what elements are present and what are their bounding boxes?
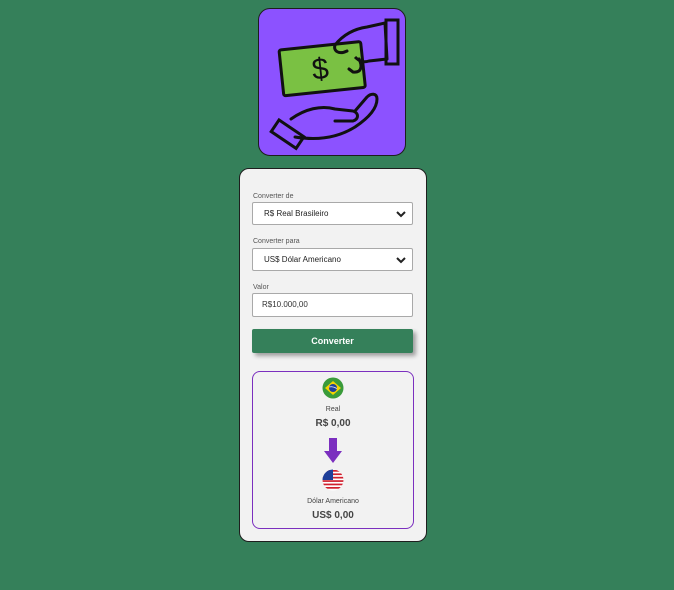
converter-card: Converter de R$ Real Brasileiro Converte… [239, 168, 427, 542]
from-currency-value: R$ Real Brasileiro [264, 209, 329, 218]
value-input[interactable]: R$10.000,00 [252, 293, 413, 317]
value-label: Valor [253, 284, 269, 291]
convert-button[interactable]: Converter [252, 329, 413, 353]
result-box: Real R$ 0,00 Dólar Americano US$ 0,00 [252, 371, 414, 529]
chevron-down-icon [396, 257, 406, 264]
brazil-flag-icon [322, 377, 344, 399]
from-currency-label: Converter de [253, 193, 294, 200]
money-exchange-icon: $ [269, 18, 400, 151]
to-currency-amount: US$ 0,00 [312, 510, 354, 521]
to-currency-label: Converter para [253, 238, 300, 245]
to-currency-value: US$ Dólar Americano [264, 255, 341, 264]
arrow-down-icon [324, 438, 342, 463]
usa-flag-icon [322, 469, 344, 491]
to-currency-select[interactable]: US$ Dólar Americano [252, 248, 413, 271]
money-exchange-logo: $ [258, 8, 406, 156]
to-currency-name: Dólar Americano [307, 498, 359, 505]
chevron-down-icon [396, 211, 406, 218]
from-currency-name: Real [325, 406, 341, 413]
from-currency-select[interactable]: R$ Real Brasileiro [252, 202, 413, 225]
from-currency-amount: R$ 0,00 [315, 418, 351, 429]
